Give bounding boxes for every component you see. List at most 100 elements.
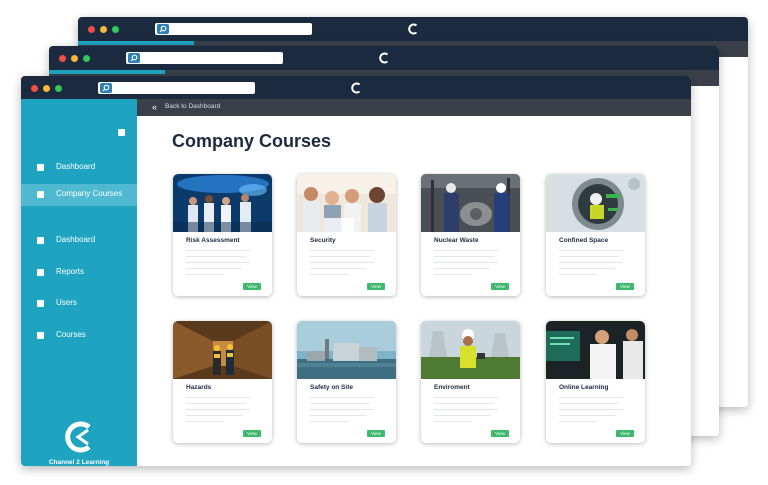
placeholder-line: [434, 256, 494, 257]
course-title: Security: [310, 237, 336, 244]
course-image-field-engineer: [421, 321, 520, 379]
course-card-enviroment[interactable]: Enviroment View: [421, 321, 520, 443]
placeholder-line: [186, 409, 250, 410]
main-content: Company Courses Risk Assessment View Sec…: [137, 116, 691, 466]
placeholder-line: [310, 262, 374, 263]
channel-logo-icon: [408, 23, 418, 35]
minimize-dot-icon[interactable]: [43, 85, 50, 92]
bullet-icon: [37, 300, 44, 307]
view-button[interactable]: View: [491, 283, 509, 290]
placeholder-line: [310, 397, 374, 398]
sidebar-item-reports[interactable]: Reports: [21, 262, 137, 284]
placeholder-line: [186, 250, 250, 251]
placeholder-line: [186, 262, 250, 263]
placeholder-line: [310, 421, 348, 422]
course-image-corridor-workers: [173, 321, 272, 379]
course-card-risk-assessment[interactable]: Risk Assessment View: [173, 174, 272, 296]
course-title: Risk Assessment: [186, 237, 240, 244]
course-title: Hazards: [186, 384, 212, 391]
brand-name: Channel 2 Learning: [48, 459, 110, 466]
view-button[interactable]: View: [491, 430, 509, 437]
view-button[interactable]: View: [616, 283, 634, 290]
address-bar[interactable]: [98, 82, 255, 94]
minimize-dot-icon[interactable]: [71, 55, 78, 62]
course-title: Nuclear Waste: [434, 237, 479, 244]
placeholder-line: [434, 274, 472, 275]
sidebar-item-dashboard[interactable]: Dashboard: [21, 157, 137, 179]
channel-logo-icon: [379, 52, 389, 64]
course-card-online-learning[interactable]: Online Learning View: [546, 321, 645, 443]
sidebar: Dashboard Company Courses Dashboard Repo…: [21, 99, 137, 466]
close-dot-icon[interactable]: [59, 55, 66, 62]
course-card-hazards[interactable]: Hazards View: [173, 321, 272, 443]
placeholder-line: [310, 403, 370, 404]
sidebar-item-company-courses[interactable]: Company Courses: [21, 184, 137, 206]
placeholder-line: [310, 409, 374, 410]
maximize-dot-icon[interactable]: [55, 85, 62, 92]
sidebar-item-users[interactable]: Users: [21, 293, 137, 315]
course-image-lab-researchers: [173, 174, 272, 232]
course-card-nuclear-waste[interactable]: Nuclear Waste View: [421, 174, 520, 296]
placeholder-line: [559, 421, 597, 422]
sidebar-item-label: Users: [56, 298, 77, 307]
placeholder-line: [559, 397, 623, 398]
placeholder-line: [434, 403, 494, 404]
minimize-dot-icon[interactable]: [100, 26, 107, 33]
window-titlebar: [78, 17, 748, 41]
maximize-dot-icon[interactable]: [83, 55, 90, 62]
page-title: Company Courses: [172, 131, 332, 151]
course-image-power-plant: [297, 321, 396, 379]
browser-window-front: Dashboard Company Courses Dashboard Repo…: [21, 76, 691, 466]
placeholder-line: [434, 415, 490, 416]
sidebar-item-dashboard-secondary[interactable]: Dashboard: [21, 230, 137, 252]
window-subbar-accent: [49, 70, 165, 74]
view-button[interactable]: View: [243, 430, 261, 437]
search-icon: [128, 53, 140, 63]
placeholder-line: [186, 268, 242, 269]
placeholder-line: [434, 409, 498, 410]
bullet-icon: [37, 191, 44, 198]
placeholder-line: [559, 274, 597, 275]
course-card-security[interactable]: Security View: [297, 174, 396, 296]
view-button[interactable]: View: [367, 430, 385, 437]
placeholder-line: [559, 403, 619, 404]
maximize-dot-icon[interactable]: [112, 26, 119, 33]
address-bar[interactable]: [126, 52, 283, 64]
window-subbar-accent: [78, 41, 194, 45]
placeholder-line: [434, 268, 490, 269]
placeholder-line: [559, 262, 623, 263]
sidebar-item-courses[interactable]: Courses: [21, 325, 137, 347]
sidebar-toggle-icon[interactable]: [118, 129, 125, 136]
view-button[interactable]: View: [367, 283, 385, 290]
search-icon: [157, 24, 169, 34]
course-card-confined-space[interactable]: Confined Space View: [546, 174, 645, 296]
bullet-icon: [37, 164, 44, 171]
close-dot-icon[interactable]: [88, 26, 95, 33]
placeholder-line: [310, 256, 370, 257]
course-image-tunnel-worker: [546, 174, 645, 232]
double-chevron-left-icon[interactable]: «: [152, 102, 157, 112]
course-title: Confined Space: [559, 237, 609, 244]
placeholder-line: [559, 409, 623, 410]
view-button[interactable]: View: [616, 430, 634, 437]
course-card-safety-on-site[interactable]: Safety on Site View: [297, 321, 396, 443]
course-title: Enviroment: [434, 384, 470, 391]
close-dot-icon[interactable]: [31, 85, 38, 92]
course-title: Safety on Site: [310, 384, 353, 391]
placeholder-line: [186, 256, 246, 257]
placeholder-line: [186, 403, 246, 404]
address-bar[interactable]: [155, 23, 312, 35]
view-button[interactable]: View: [243, 283, 261, 290]
bullet-icon: [37, 269, 44, 276]
sidebar-item-label: Reports: [56, 267, 85, 276]
placeholder-line: [186, 274, 224, 275]
placeholder-line: [434, 421, 472, 422]
placeholder-line: [559, 256, 619, 257]
placeholder-line: [434, 262, 498, 263]
window-titlebar: [49, 46, 719, 70]
bullet-icon: [37, 332, 44, 339]
back-to-dashboard-link[interactable]: Back to Dashboard: [165, 103, 220, 110]
course-image-group-meeting: [297, 174, 396, 232]
window-titlebar: [21, 76, 691, 99]
placeholder-line: [559, 250, 623, 251]
